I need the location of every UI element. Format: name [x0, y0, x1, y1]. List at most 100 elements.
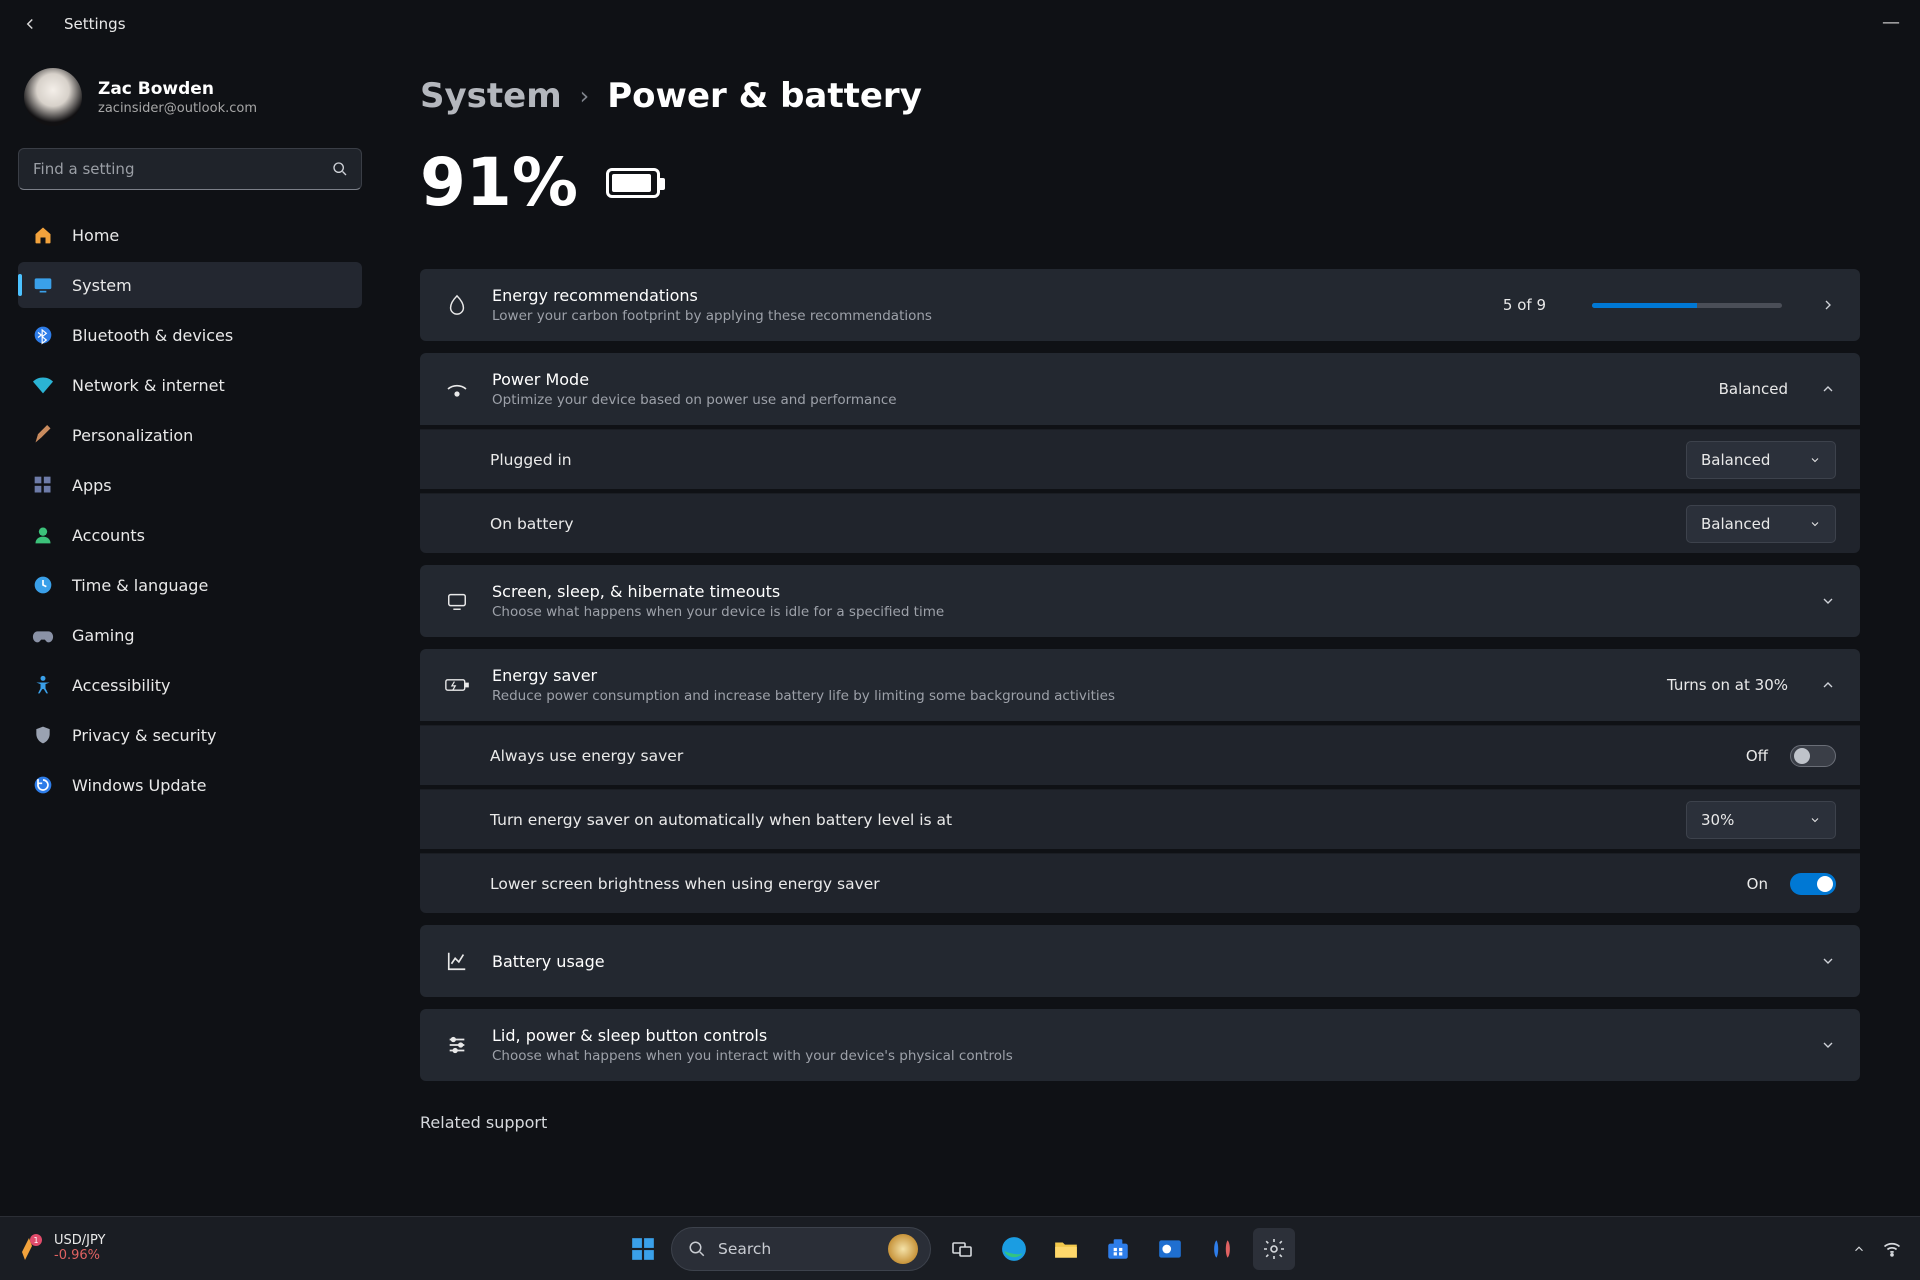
sidebar-item-label: Windows Update: [72, 776, 206, 795]
sidebar-item-accessibility[interactable]: Accessibility: [18, 662, 362, 708]
chevron-down-icon: [1820, 1037, 1836, 1053]
chevron-right-icon: [1820, 297, 1836, 313]
dropdown-plugged-in[interactable]: Balanced: [1686, 441, 1836, 479]
card-energy-saver[interactable]: Energy saver Reduce power consumption an…: [420, 649, 1860, 721]
row-auto-energy-saver: Turn energy saver on automatically when …: [420, 789, 1860, 849]
card-timeouts[interactable]: Screen, sleep, & hibernate timeouts Choo…: [420, 565, 1860, 637]
sliders-icon: [444, 1032, 470, 1058]
taskbar-app-copilot[interactable]: [1201, 1228, 1243, 1270]
system-tray-chevron-icon[interactable]: [1852, 1242, 1866, 1256]
chevron-down-icon: [1809, 454, 1821, 466]
bluetooth-icon: [32, 324, 54, 346]
card-title: Screen, sleep, & hibernate timeouts: [492, 582, 1798, 601]
card-title: Lid, power & sleep button controls: [492, 1026, 1798, 1045]
chevron-down-icon: [1809, 814, 1821, 826]
breadcrumb-parent[interactable]: System: [420, 76, 562, 116]
toggle-always-energy-saver[interactable]: [1790, 745, 1836, 767]
taskbar-app-store[interactable]: [1097, 1228, 1139, 1270]
sidebar-item-update[interactable]: Windows Update: [18, 762, 362, 808]
taskbar-app-settings[interactable]: [1253, 1228, 1295, 1270]
card-power-mode[interactable]: Power Mode Optimize your device based on…: [420, 353, 1860, 425]
sidebar-nav: Home System Bluetooth & devices Network …: [18, 212, 362, 808]
sidebar-item-system[interactable]: System: [18, 262, 362, 308]
card-subtitle: Optimize your device based on power use …: [492, 392, 1697, 408]
search-highlight-icon: [888, 1234, 918, 1264]
card-subtitle: Choose what happens when you interact wi…: [492, 1048, 1798, 1064]
search-icon: [688, 1240, 706, 1258]
sidebar-item-time[interactable]: Time & language: [18, 562, 362, 608]
sidebar-item-bluetooth[interactable]: Bluetooth & devices: [18, 312, 362, 358]
dropdown-energy-saver-level[interactable]: 30%: [1686, 801, 1836, 839]
card-battery-usage[interactable]: Battery usage: [420, 925, 1860, 997]
card-energy-recommendations[interactable]: Energy recommendations Lower your carbon…: [420, 269, 1860, 341]
taskbar-widget[interactable]: 1 USD/JPY -0.96%: [14, 1217, 106, 1280]
sidebar-item-label: Home: [72, 226, 119, 245]
taskbar-app-taskview[interactable]: [941, 1228, 983, 1270]
wifi-icon[interactable]: [1882, 1239, 1902, 1259]
personalization-icon: [32, 424, 54, 446]
time-icon: [32, 574, 54, 596]
leaf-icon: [444, 292, 470, 318]
page-title: Power & battery: [607, 76, 922, 116]
app-title: Settings: [64, 15, 126, 33]
row-label: Turn energy saver on automatically when …: [490, 811, 1668, 829]
chevron-right-icon: ›: [580, 82, 590, 110]
user-name: Zac Bowden: [98, 79, 257, 99]
energy-saver-icon: [444, 672, 470, 698]
row-label: Lower screen brightness when using energ…: [490, 875, 1729, 893]
user-block[interactable]: Zac Bowden zacinsider@outlook.com: [18, 60, 362, 148]
sidebar-item-label: Time & language: [72, 576, 208, 595]
dropdown-value: Balanced: [1701, 451, 1770, 469]
row-on-battery: On battery Balanced: [420, 493, 1860, 553]
sidebar-item-personalization[interactable]: Personalization: [18, 412, 362, 458]
chart-icon: [444, 948, 470, 974]
sidebar-item-gaming[interactable]: Gaming: [18, 612, 362, 658]
sidebar-item-apps[interactable]: Apps: [18, 462, 362, 508]
back-button[interactable]: [18, 12, 42, 36]
battery-percentage: 91%: [420, 144, 578, 221]
card-title: Battery usage: [492, 952, 1798, 971]
taskbar-app-explorer[interactable]: [1045, 1228, 1087, 1270]
widget-title: USD/JPY: [54, 1234, 106, 1248]
taskbar-app-outlook[interactable]: [1149, 1228, 1191, 1270]
taskbar-app-edge[interactable]: [993, 1228, 1035, 1270]
taskbar-search[interactable]: Search: [671, 1227, 931, 1271]
sidebar-item-home[interactable]: Home: [18, 212, 362, 258]
sidebar-item-network[interactable]: Network & internet: [18, 362, 362, 408]
dropdown-on-battery[interactable]: Balanced: [1686, 505, 1836, 543]
start-button[interactable]: [625, 1231, 661, 1267]
chevron-up-icon: [1820, 381, 1836, 397]
sidebar-item-label: Gaming: [72, 626, 135, 645]
toggle-lower-brightness[interactable]: [1790, 873, 1836, 895]
chevron-down-icon: [1820, 593, 1836, 609]
breadcrumb: System › Power & battery: [420, 76, 1860, 116]
battery-icon: [606, 168, 660, 198]
sidebar-item-label: Privacy & security: [72, 726, 216, 745]
battery-fill: [612, 174, 651, 192]
finance-widget-icon: 1: [14, 1234, 44, 1264]
user-email: zacinsider@outlook.com: [98, 101, 257, 116]
row-lower-brightness: Lower screen brightness when using energ…: [420, 853, 1860, 913]
accessibility-icon: [32, 674, 54, 696]
sidebar-item-label: Bluetooth & devices: [72, 326, 233, 345]
card-title: Energy saver: [492, 666, 1645, 685]
minimize-button[interactable]: —: [1870, 8, 1912, 37]
sidebar-item-label: Personalization: [72, 426, 193, 445]
row-plugged-in: Plugged in Balanced: [420, 429, 1860, 489]
card-lid-controls[interactable]: Lid, power & sleep button controls Choos…: [420, 1009, 1860, 1081]
apps-icon: [32, 474, 54, 496]
power-mode-icon: [444, 376, 470, 402]
chevron-up-icon: [1820, 677, 1836, 693]
search-wrap: [18, 148, 362, 190]
svg-text:1: 1: [33, 1236, 38, 1245]
dropdown-value: 30%: [1701, 811, 1734, 829]
screen-timeout-icon: [444, 588, 470, 614]
row-label: Plugged in: [490, 451, 1668, 469]
home-icon: [32, 224, 54, 246]
search-input[interactable]: [18, 148, 362, 190]
sidebar-item-privacy[interactable]: Privacy & security: [18, 712, 362, 758]
energy-saver-value: Turns on at 30%: [1667, 676, 1788, 694]
sidebar-item-accounts[interactable]: Accounts: [18, 512, 362, 558]
card-title: Energy recommendations: [492, 286, 1481, 305]
dropdown-value: Balanced: [1701, 515, 1770, 533]
